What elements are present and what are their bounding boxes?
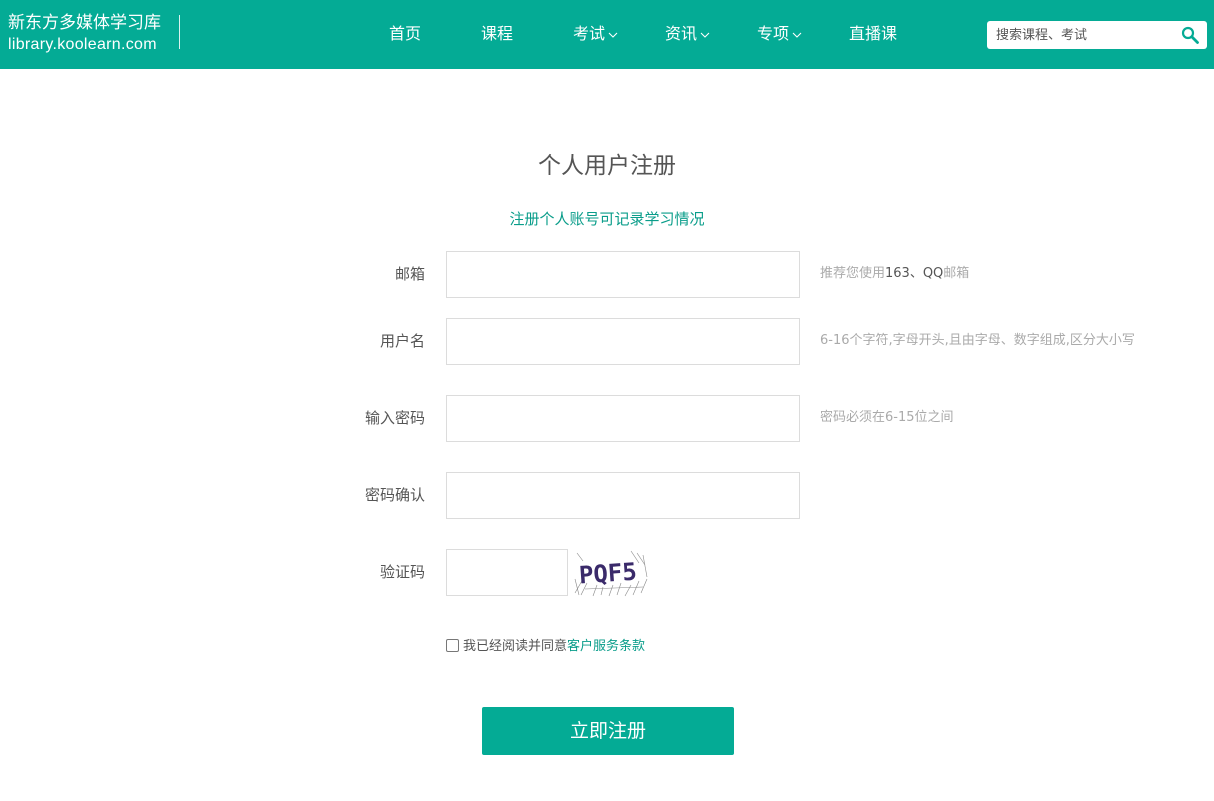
brand-name: 新东方多媒体学习库 [8, 13, 161, 33]
nav-item-label: 资讯 [665, 24, 698, 43]
password-field[interactable] [446, 395, 800, 442]
nav-item-courses[interactable]: 课程 [481, 23, 513, 45]
email-hint-suffix: 邮箱 [943, 266, 970, 281]
nav-item-news[interactable]: 资讯 [665, 23, 710, 46]
search-input[interactable] [987, 21, 1172, 49]
captcha-text: PQF5 [578, 558, 638, 590]
brand-divider [179, 15, 180, 49]
email-field[interactable] [446, 251, 800, 298]
terms-link[interactable]: 客户服务条款 [567, 639, 645, 654]
nav-item-special[interactable]: 专项 [757, 23, 802, 46]
nav-item-label: 考试 [573, 24, 606, 43]
search-box [987, 21, 1207, 49]
agree-text: 我已经阅读并同意 [463, 639, 568, 654]
captcha-label: 验证码 [379, 563, 425, 581]
search-icon[interactable] [1181, 26, 1199, 44]
brand-url: library.koolearn.com [8, 36, 157, 53]
nav-item-label: 专项 [757, 24, 790, 43]
username-field[interactable] [446, 318, 800, 365]
chevron-down-icon [608, 22, 618, 44]
nav-item-label: 课程 [481, 24, 514, 43]
nav-item-exams[interactable]: 考试 [573, 23, 618, 46]
confirm-password-label: 密码确认 [364, 486, 425, 504]
password-label: 输入密码 [364, 409, 425, 427]
chevron-down-icon [792, 22, 802, 44]
confirm-password-field[interactable] [446, 472, 800, 519]
nav-item-home[interactable]: 首页 [389, 23, 421, 45]
email-hint-prefix: 推荐您使用 [820, 266, 886, 281]
email-hint-highlight: 163、QQ [885, 266, 944, 281]
username-hint: 6-16个字符,字母开头,且由字母、数字组成,区分大小写 [820, 333, 1135, 348]
brand-logo[interactable]: 新东方多媒体学习库 library.koolearn.com [8, 12, 161, 55]
register-button[interactable]: 立即注册 [482, 707, 734, 755]
agree-checkbox[interactable] [446, 639, 459, 652]
top-header: 新东方多媒体学习库 library.koolearn.com 首页 课程 考试 … [0, 0, 1214, 69]
nav-item-label: 直播课 [849, 24, 898, 43]
terms-agreement: 我已经阅读并同意客户服务条款 [446, 637, 645, 657]
page-subtitle: 注册个人账号可记录学习情况 [509, 210, 705, 228]
nav-item-label: 首页 [389, 24, 422, 43]
nav-item-live[interactable]: 直播课 [849, 23, 897, 45]
page-title: 个人用户注册 [538, 153, 676, 179]
password-hint: 密码必须在6-15位之间 [820, 410, 954, 425]
captcha-field[interactable] [446, 549, 568, 596]
email-label: 邮箱 [394, 265, 425, 283]
username-label: 用户名 [379, 332, 425, 350]
chevron-down-icon [700, 22, 710, 44]
captcha-image[interactable]: PQF5 [573, 549, 649, 597]
email-hint: 推荐您使用163、QQ邮箱 [820, 264, 969, 284]
